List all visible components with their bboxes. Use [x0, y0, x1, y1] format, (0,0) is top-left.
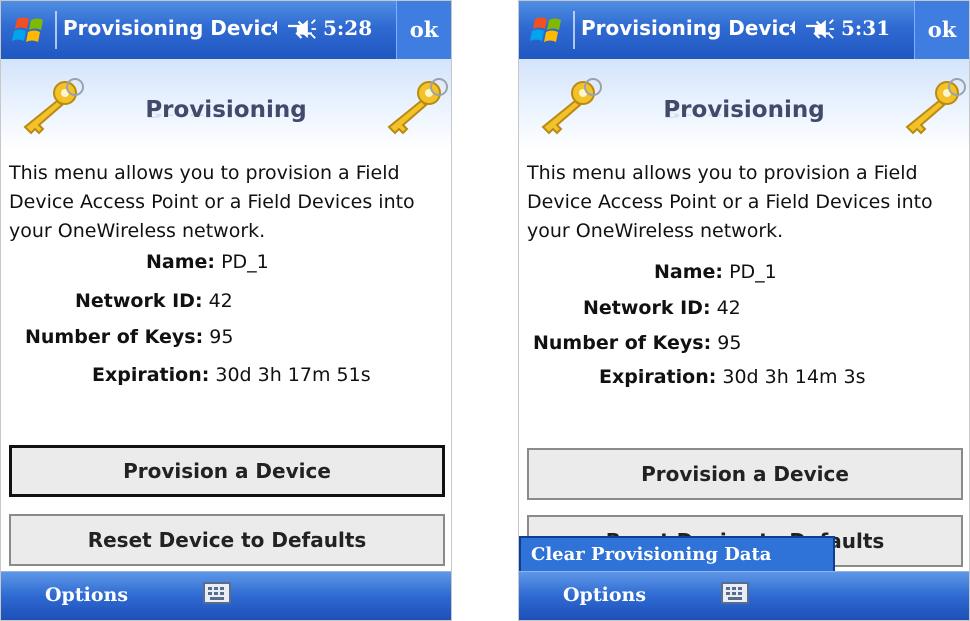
device-screen-left: Provisioning Devic€ 5:28 ok Provisioning…: [0, 0, 452, 621]
ok-button[interactable]: ok: [396, 1, 451, 59]
field-label: Number of Keys:: [25, 326, 204, 348]
clear-provisioning-data-menu-item[interactable]: Clear Provisioning Data: [519, 536, 835, 574]
field-name: Name: PD_1: [654, 261, 777, 283]
field-number-of-keys: Number of Keys: 95: [533, 332, 741, 354]
keyboard-icon[interactable]: [721, 582, 749, 604]
field-label: Expiration:: [599, 366, 717, 388]
speaker-icon[interactable]: [295, 16, 317, 42]
field-network-id: Network ID: 42: [75, 290, 233, 312]
field-label: Number of Keys:: [533, 332, 712, 354]
keyboard-icon[interactable]: [203, 582, 231, 604]
field-network-id: Network ID: 42: [583, 297, 741, 319]
reset-device-button[interactable]: Reset Device to Defaults: [9, 514, 445, 566]
title-separator: [573, 11, 575, 49]
field-value: PD_1: [729, 261, 777, 283]
banner-title-reflection: Provisioning: [1, 114, 451, 119]
field-label: Name:: [146, 251, 216, 273]
options-menu-button[interactable]: Options: [45, 584, 128, 606]
clock[interactable]: 5:28: [323, 16, 372, 40]
banner-title: Provisioning: [663, 97, 825, 123]
field-value: 95: [209, 326, 234, 348]
title-separator: [55, 11, 57, 49]
field-value: PD_1: [221, 251, 269, 273]
field-expiration: Expiration: 30d 3h 17m 51s: [92, 364, 371, 386]
provision-device-button[interactable]: Provision a Device: [527, 448, 963, 500]
field-expiration: Expiration: 30d 3h 14m 3s: [599, 366, 866, 388]
banner-title-reflection: Provisioning: [519, 114, 969, 119]
device-screen-right: Provisioning Devic€ 5:31 ok Provisioning…: [518, 0, 970, 621]
window-title: Provisioning Devic€: [581, 16, 795, 40]
field-label: Name:: [654, 261, 724, 283]
menu-bar: Options: [519, 571, 969, 620]
field-label: Network ID:: [583, 297, 711, 319]
speaker-icon[interactable]: [813, 16, 835, 42]
ok-button[interactable]: ok: [914, 1, 969, 59]
windows-start-icon[interactable]: [11, 11, 49, 49]
banner-title: Provisioning: [145, 97, 307, 123]
field-value: 42: [208, 290, 233, 312]
field-name: Name: PD_1: [146, 251, 269, 273]
title-bar: Provisioning Devic€ 5:28 ok: [1, 1, 451, 60]
field-label: Expiration:: [92, 364, 210, 386]
field-value: 30d 3h 14m 3s: [722, 366, 866, 388]
window-title: Provisioning Devic€: [63, 16, 277, 40]
provision-device-button[interactable]: Provision a Device: [9, 445, 445, 497]
field-value: 30d 3h 17m 51s: [215, 364, 371, 386]
clock[interactable]: 5:31: [841, 16, 890, 40]
description-text: This menu allows you to provision a Fiel…: [527, 162, 933, 242]
windows-start-icon[interactable]: [529, 11, 567, 49]
description-text: This menu allows you to provision a Fiel…: [9, 162, 415, 242]
title-bar: Provisioning Devic€ 5:31 ok: [519, 1, 969, 60]
menu-bar: Options: [1, 571, 451, 620]
field-value: 42: [716, 297, 741, 319]
field-value: 95: [717, 332, 742, 354]
field-label: Network ID:: [75, 290, 203, 312]
options-menu-button[interactable]: Options: [563, 584, 646, 606]
field-number-of-keys: Number of Keys: 95: [25, 326, 233, 348]
